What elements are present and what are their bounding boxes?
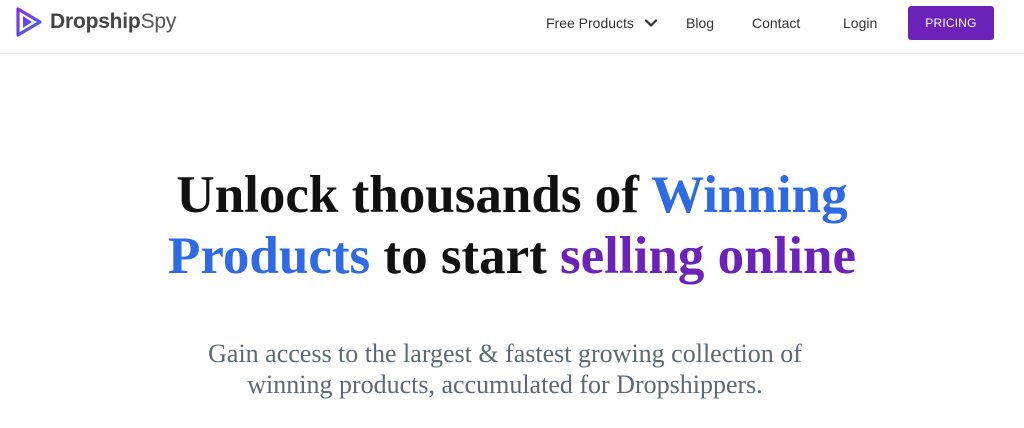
hero-subtitle: Gain access to the largest & fastest gro… bbox=[0, 338, 1010, 400]
play-triangle-icon bbox=[16, 7, 42, 37]
hero-title-highlight-winning: Winning bbox=[651, 166, 848, 224]
hero-title-highlight-products: Products bbox=[167, 227, 371, 285]
pricing-button[interactable]: PRICING bbox=[908, 6, 994, 40]
hero-title: Unlock thousands of Winning Products to … bbox=[0, 165, 1024, 287]
chevron-down-icon[interactable] bbox=[644, 16, 658, 30]
hero-title-part2: to start bbox=[370, 227, 561, 285]
nav-item-blog[interactable]: Blog bbox=[686, 15, 714, 31]
hero-title-highlight-selling: selling online bbox=[560, 227, 857, 285]
site-header: DropshipSpy Free Products Blog Contact L… bbox=[0, 0, 1024, 54]
nav-item-login[interactable]: Login bbox=[843, 15, 877, 31]
brand-name-part1: Dropship bbox=[50, 10, 141, 33]
hero-subtitle-line1: Gain access to the largest & fastest gro… bbox=[208, 339, 802, 368]
brand-name: DropshipSpy bbox=[50, 10, 176, 34]
nav-item-contact[interactable]: Contact bbox=[752, 15, 800, 31]
nav-item-free-products[interactable]: Free Products bbox=[546, 15, 658, 31]
nav-item-label: Free Products bbox=[546, 15, 634, 31]
brand-logo[interactable]: DropshipSpy bbox=[14, 6, 176, 38]
brand-name-part2: Spy bbox=[140, 10, 177, 33]
hero-title-part1: Unlock thousands of bbox=[176, 166, 652, 224]
hero-subtitle-line2: winning products, accumulated for Dropsh… bbox=[247, 370, 763, 399]
